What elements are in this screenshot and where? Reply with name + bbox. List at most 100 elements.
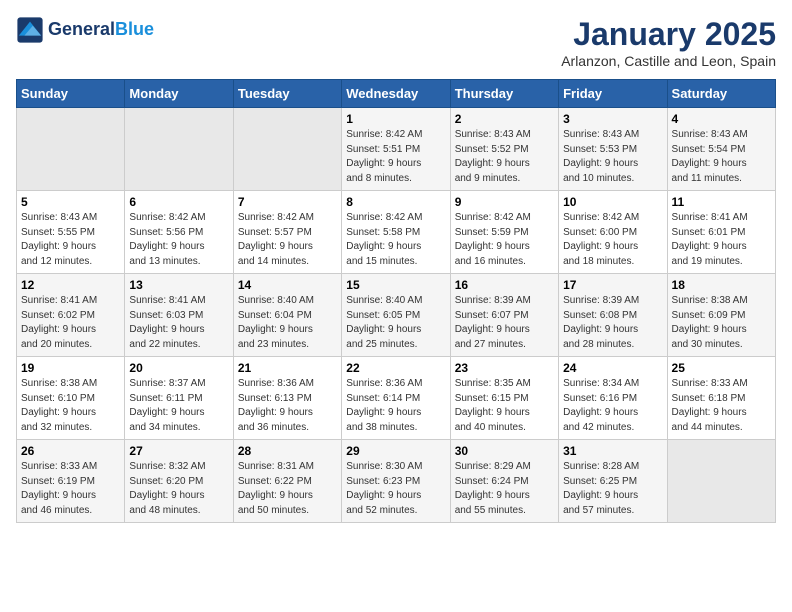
day-number: 13 <box>129 278 228 292</box>
day-number: 20 <box>129 361 228 375</box>
calendar-cell: 28Sunrise: 8:31 AMSunset: 6:22 PMDayligh… <box>233 440 341 523</box>
day-number: 11 <box>672 195 771 209</box>
calendar-cell: 6 Sunrise: 8:42 AMSunset: 5:56 PMDaylight… <box>125 191 233 274</box>
day-number: 16 <box>455 278 554 292</box>
calendar-cell: 3 Sunrise: 8:43 AMSunset: 5:53 PMDaylight… <box>559 108 667 191</box>
calendar-cell: 8Sunrise: 8:42 AMSunset: 5:58 PMDaylight… <box>342 191 450 274</box>
day-info: Sunrise: 8:33 AMSunset: 6:18 PMDaylight:… <box>672 377 771 435</box>
calendar-week-row: 26 Sunrise: 8:33 AMSunset: 6:19 PMDayligh… <box>17 440 776 523</box>
day-info: Sunrise: 8:39 AMSunset: 6:08 PMDaylight:… <box>563 294 662 352</box>
weekday-header-cell: Wednesday <box>342 80 450 108</box>
day-info: Sunrise: 8:32 AMSunset: 6:20 PMDaylight:… <box>129 460 228 518</box>
day-number: 26 <box>21 444 120 458</box>
day-number: 9 <box>455 195 554 209</box>
day-info: Sunrise: 8:43 AMSunset: 5:55 PMDaylight:… <box>21 211 120 269</box>
day-info: Sunrise: 8:29 AMSunset: 6:24 PMDaylight:… <box>455 460 554 518</box>
day-number: 3 <box>563 112 662 126</box>
calendar-cell: 2 Sunrise: 8:43 AMSunset: 5:52 PMDaylight… <box>450 108 558 191</box>
calendar-cell: 10Sunrise: 8:42 AMSunset: 6:00 PMDayligh… <box>559 191 667 274</box>
calendar-week-row: 5 Sunrise: 8:43 AMSunset: 5:55 PMDaylight… <box>17 191 776 274</box>
calendar-cell: 29 Sunrise: 8:30 AMSunset: 6:23 PMDayligh… <box>342 440 450 523</box>
calendar-cell: 13 Sunrise: 8:41 AMSunset: 6:03 PMDayligh… <box>125 274 233 357</box>
calendar-cell: 23 Sunrise: 8:35 AMSunset: 6:15 PMDayligh… <box>450 357 558 440</box>
calendar-cell: 18 Sunrise: 8:38 AMSunset: 6:09 PMDayligh… <box>667 274 775 357</box>
weekday-header-cell: Saturday <box>667 80 775 108</box>
day-number: 21 <box>238 361 337 375</box>
calendar-cell: 9 Sunrise: 8:42 AMSunset: 5:59 PMDaylight… <box>450 191 558 274</box>
calendar-subtitle: Arlanzon, Castille and Leon, Spain <box>561 53 776 69</box>
day-info: Sunrise: 8:42 AMSunset: 5:51 PMDaylight:… <box>346 128 445 186</box>
logo-icon <box>16 16 44 44</box>
calendar-cell: 7Sunrise: 8:42 AMSunset: 5:57 PMDaylight… <box>233 191 341 274</box>
day-number: 12 <box>21 278 120 292</box>
weekday-header-cell: Tuesday <box>233 80 341 108</box>
calendar-cell: 11 Sunrise: 8:41 AMSunset: 6:01 PMDayligh… <box>667 191 775 274</box>
day-number: 1 <box>346 112 445 126</box>
day-info: Sunrise: 8:40 AMSunset: 6:05 PMDaylight:… <box>346 294 445 352</box>
calendar-cell <box>667 440 775 523</box>
calendar-cell: 5 Sunrise: 8:43 AMSunset: 5:55 PMDaylight… <box>17 191 125 274</box>
day-info: Sunrise: 8:31 AMSunset: 6:22 PMDaylight:… <box>238 460 337 518</box>
calendar-cell: 4 Sunrise: 8:43 AMSunset: 5:54 PMDaylight… <box>667 108 775 191</box>
day-number: 29 <box>346 444 445 458</box>
day-number: 24 <box>563 361 662 375</box>
day-number: 5 <box>21 195 120 209</box>
day-info: Sunrise: 8:38 AMSunset: 6:09 PMDaylight:… <box>672 294 771 352</box>
title-block: January 2025 Arlanzon, Castille and Leon… <box>561 16 776 69</box>
day-number: 15 <box>346 278 445 292</box>
day-number: 30 <box>455 444 554 458</box>
day-info: Sunrise: 8:42 AMSunset: 5:58 PMDaylight:… <box>346 211 445 269</box>
weekday-header-row: SundayMondayTuesdayWednesdayThursdayFrid… <box>17 80 776 108</box>
calendar-cell: 26 Sunrise: 8:33 AMSunset: 6:19 PMDayligh… <box>17 440 125 523</box>
weekday-header-cell: Monday <box>125 80 233 108</box>
day-info: Sunrise: 8:41 AMSunset: 6:03 PMDaylight:… <box>129 294 228 352</box>
day-info: Sunrise: 8:41 AMSunset: 6:02 PMDaylight:… <box>21 294 120 352</box>
day-number: 4 <box>672 112 771 126</box>
logo: GeneralBlue <box>16 16 154 44</box>
day-info: Sunrise: 8:35 AMSunset: 6:15 PMDaylight:… <box>455 377 554 435</box>
calendar-table: SundayMondayTuesdayWednesdayThursdayFrid… <box>16 79 776 523</box>
day-number: 7 <box>238 195 337 209</box>
day-number: 31 <box>563 444 662 458</box>
day-info: Sunrise: 8:33 AMSunset: 6:19 PMDaylight:… <box>21 460 120 518</box>
day-number: 23 <box>455 361 554 375</box>
day-info: Sunrise: 8:42 AMSunset: 6:00 PMDaylight:… <box>563 211 662 269</box>
day-info: Sunrise: 8:43 AMSunset: 5:53 PMDaylight:… <box>563 128 662 186</box>
day-info: Sunrise: 8:42 AMSunset: 5:56 PMDaylight:… <box>129 211 228 269</box>
day-number: 17 <box>563 278 662 292</box>
calendar-cell: 19 Sunrise: 8:38 AMSunset: 6:10 PMDayligh… <box>17 357 125 440</box>
calendar-body: 1 Sunrise: 8:42 AMSunset: 5:51 PMDaylight… <box>17 108 776 523</box>
calendar-cell: 22 Sunrise: 8:36 AMSunset: 6:14 PMDayligh… <box>342 357 450 440</box>
day-info: Sunrise: 8:38 AMSunset: 6:10 PMDaylight:… <box>21 377 120 435</box>
day-info: Sunrise: 8:43 AMSunset: 5:54 PMDaylight:… <box>672 128 771 186</box>
day-number: 22 <box>346 361 445 375</box>
day-info: Sunrise: 8:43 AMSunset: 5:52 PMDaylight:… <box>455 128 554 186</box>
calendar-cell: 31 Sunrise: 8:28 AMSunset: 6:25 PMDayligh… <box>559 440 667 523</box>
calendar-cell: 1 Sunrise: 8:42 AMSunset: 5:51 PMDaylight… <box>342 108 450 191</box>
day-number: 25 <box>672 361 771 375</box>
calendar-week-row: 19 Sunrise: 8:38 AMSunset: 6:10 PMDayligh… <box>17 357 776 440</box>
day-info: Sunrise: 8:36 AMSunset: 6:13 PMDaylight:… <box>238 377 337 435</box>
day-info: Sunrise: 8:40 AMSunset: 6:04 PMDaylight:… <box>238 294 337 352</box>
day-number: 6 <box>129 195 228 209</box>
day-info: Sunrise: 8:34 AMSunset: 6:16 PMDaylight:… <box>563 377 662 435</box>
calendar-cell: 30 Sunrise: 8:29 AMSunset: 6:24 PMDayligh… <box>450 440 558 523</box>
day-number: 18 <box>672 278 771 292</box>
weekday-header-cell: Thursday <box>450 80 558 108</box>
day-info: Sunrise: 8:39 AMSunset: 6:07 PMDaylight:… <box>455 294 554 352</box>
calendar-cell: 15 Sunrise: 8:40 AMSunset: 6:05 PMDayligh… <box>342 274 450 357</box>
day-info: Sunrise: 8:42 AMSunset: 5:59 PMDaylight:… <box>455 211 554 269</box>
weekday-header-cell: Friday <box>559 80 667 108</box>
day-number: 14 <box>238 278 337 292</box>
day-number: 19 <box>21 361 120 375</box>
calendar-cell: 12 Sunrise: 8:41 AMSunset: 6:02 PMDayligh… <box>17 274 125 357</box>
day-info: Sunrise: 8:28 AMSunset: 6:25 PMDaylight:… <box>563 460 662 518</box>
day-info: Sunrise: 8:36 AMSunset: 6:14 PMDaylight:… <box>346 377 445 435</box>
calendar-cell: 24 Sunrise: 8:34 AMSunset: 6:16 PMDayligh… <box>559 357 667 440</box>
calendar-cell: 21 Sunrise: 8:36 AMSunset: 6:13 PMDayligh… <box>233 357 341 440</box>
day-info: Sunrise: 8:41 AMSunset: 6:01 PMDaylight:… <box>672 211 771 269</box>
calendar-cell: 20Sunrise: 8:37 AMSunset: 6:11 PMDayligh… <box>125 357 233 440</box>
day-number: 2 <box>455 112 554 126</box>
calendar-cell: 25 Sunrise: 8:33 AMSunset: 6:18 PMDayligh… <box>667 357 775 440</box>
day-info: Sunrise: 8:30 AMSunset: 6:23 PMDaylight:… <box>346 460 445 518</box>
